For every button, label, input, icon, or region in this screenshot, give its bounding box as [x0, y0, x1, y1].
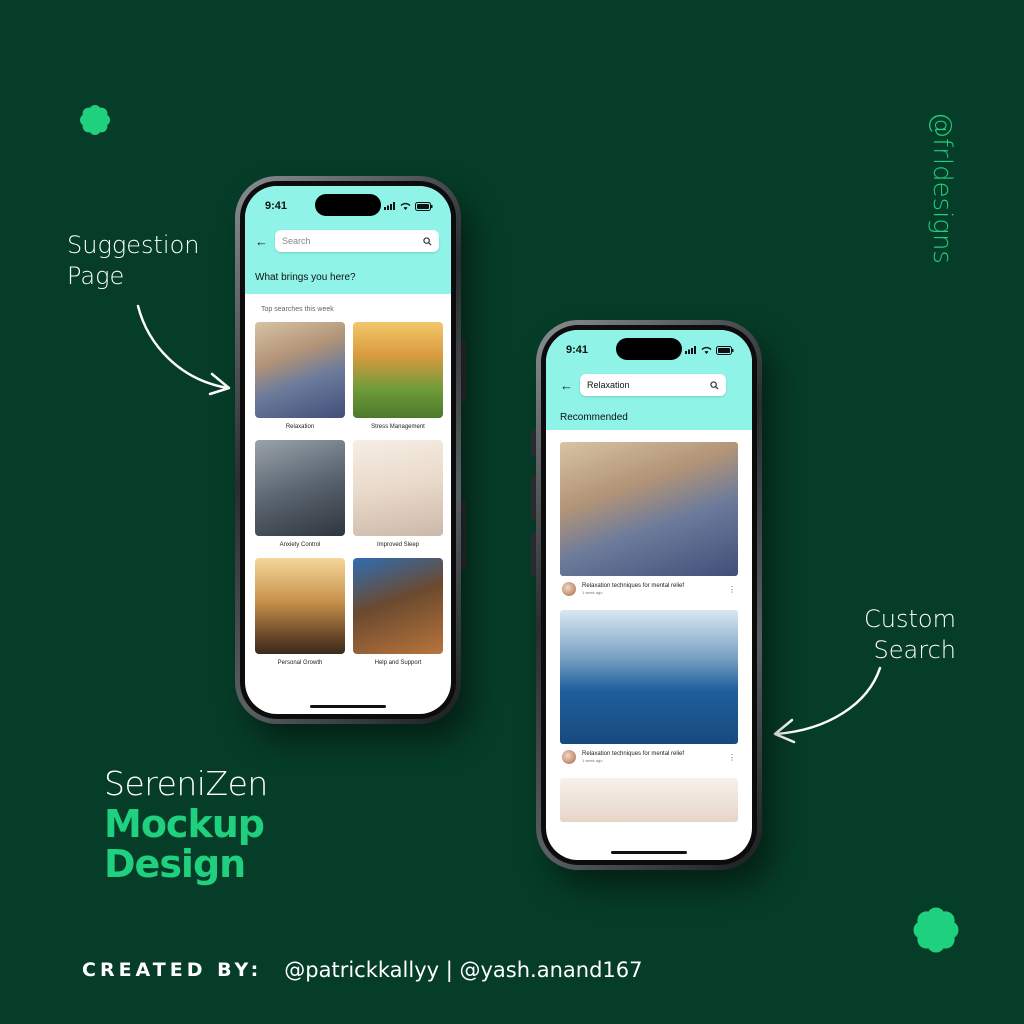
suggestion-screen: 9:41 ← Search What brings you here? Top … — [245, 186, 451, 714]
battery-icon — [415, 201, 433, 211]
avatar — [562, 750, 576, 764]
phone-custom-search: 9:41 ← Relaxation Recommended Relaxation… — [536, 320, 762, 870]
flower-icon — [912, 906, 960, 954]
avatar — [562, 582, 576, 596]
post-title: Relaxation techniques for mental relief — [582, 751, 685, 757]
post-card[interactable]: Relaxation techniques for mental relief … — [560, 442, 738, 596]
topic-label: Help and Support — [374, 660, 422, 666]
post-card[interactable]: Relaxation techniques for mental relief … — [560, 610, 738, 764]
topic-label: Improved Sleep — [376, 542, 420, 548]
brand-line-design: Design — [104, 842, 246, 886]
topic-card-personal-growth[interactable]: Personal Growth — [255, 558, 345, 666]
credits: CREATED BY: @patrickkallyy | @yash.anand… — [82, 958, 642, 982]
brand-block: SereniZen Mockup Design — [104, 764, 268, 884]
topic-image — [353, 558, 443, 654]
topic-card-improved-sleep[interactable]: Improved Sleep — [353, 440, 443, 548]
topic-card-stress-management[interactable]: Stress Management — [353, 322, 443, 430]
arrow-icon — [773, 666, 882, 744]
topic-label: Anxiety Control — [279, 542, 321, 548]
post-date: 1 week ago — [582, 758, 603, 763]
topic-image — [353, 322, 443, 418]
custom-search-screen: 9:41 ← Relaxation Recommended Relaxation… — [546, 330, 752, 860]
back-arrow-icon[interactable]: ← — [255, 234, 275, 249]
topic-grid: Relaxation Stress Management Anxiety Con… — [255, 322, 443, 666]
search-icon[interactable] — [710, 380, 719, 390]
arrow-icon — [136, 304, 231, 396]
credits-label: CREATED BY: — [82, 959, 263, 981]
signal-icon — [384, 202, 395, 210]
topic-label: Stress Management — [371, 424, 425, 430]
header-title: Recommended — [560, 412, 628, 423]
designer-handle: @frldesigns — [927, 111, 957, 264]
more-icon[interactable]: ⋮ — [728, 753, 736, 762]
brand-line-mockup: Mockup — [104, 802, 265, 846]
topic-label: Personal Growth — [277, 660, 323, 666]
topic-image — [255, 322, 345, 418]
status-time: 9:41 — [566, 344, 589, 356]
phone-suggestion-page: 9:41 ← Search What brings you here? Top … — [235, 176, 461, 724]
post-image — [560, 442, 738, 576]
section-title: Top searches this week — [261, 306, 334, 313]
topic-image — [255, 440, 345, 536]
dynamic-island — [616, 338, 682, 360]
topic-label: Relaxation — [285, 424, 315, 430]
topic-image — [255, 558, 345, 654]
wifi-icon — [400, 203, 411, 210]
topic-card-help-and-support[interactable]: Help and Support — [353, 558, 443, 666]
post-date: 1 week ago — [582, 590, 603, 595]
post-card-partial[interactable] — [560, 778, 738, 822]
topic-card-relaxation[interactable]: Relaxation — [255, 322, 345, 430]
search-value: Relaxation — [587, 380, 630, 390]
flower-icon — [79, 104, 111, 136]
battery-icon — [716, 345, 734, 355]
header-title: What brings you here? — [255, 272, 356, 283]
recommended-feed: Relaxation techniques for mental relief … — [560, 442, 738, 836]
credits-authors: @patrickkallyy | @yash.anand167 — [284, 958, 643, 982]
status-time: 9:41 — [265, 200, 288, 212]
post-image — [560, 778, 738, 822]
post-title: Relaxation techniques for mental relief — [582, 583, 685, 589]
wifi-icon — [701, 347, 712, 354]
custom-search-label: Custom Search — [864, 605, 956, 664]
back-arrow-icon[interactable]: ← — [560, 378, 580, 393]
search-placeholder: Search — [282, 236, 311, 246]
suggestion-page-label: Suggestion Page — [67, 231, 200, 290]
topic-image — [353, 440, 443, 536]
search-input[interactable]: Relaxation — [580, 374, 726, 396]
dynamic-island — [315, 194, 381, 216]
search-icon[interactable] — [423, 236, 432, 246]
post-image — [560, 610, 738, 744]
home-indicator[interactable] — [310, 705, 386, 708]
home-indicator[interactable] — [611, 851, 687, 854]
more-icon[interactable]: ⋮ — [728, 585, 736, 594]
topic-card-anxiety-control[interactable]: Anxiety Control — [255, 440, 345, 548]
search-input[interactable]: Search — [275, 230, 439, 252]
signal-icon — [685, 346, 696, 354]
brand-name: SereniZen — [104, 764, 268, 803]
